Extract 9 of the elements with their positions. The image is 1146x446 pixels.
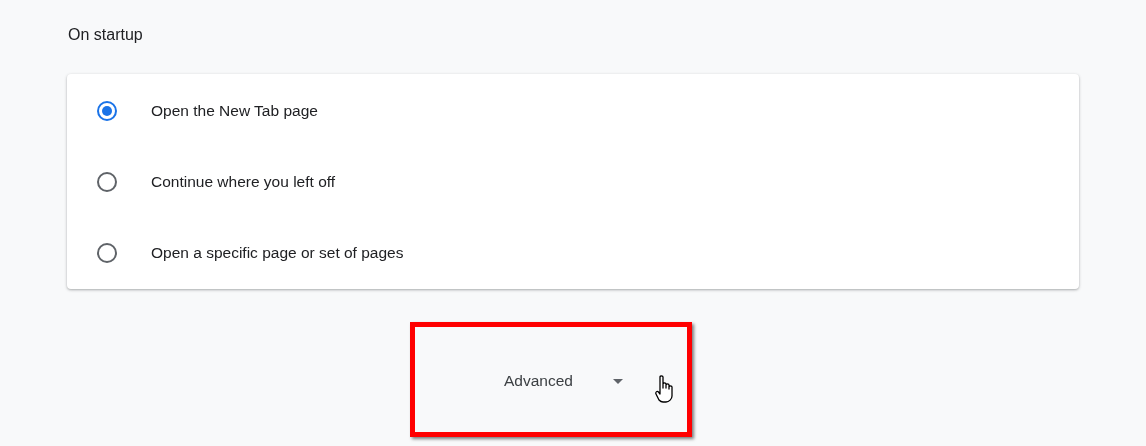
option-label[interactable]: Continue where you left off (151, 172, 336, 191)
option-label[interactable]: Open the New Tab page (151, 101, 318, 120)
radio-button[interactable] (97, 242, 117, 263)
radio-button[interactable] (97, 171, 117, 192)
radio-button[interactable] (97, 100, 117, 121)
section-title: On startup (68, 25, 144, 45)
caret-icon (612, 378, 623, 384)
option-label[interactable]: Open a specific page or set of pages (151, 243, 404, 262)
advanced-button[interactable]: Advanced (496, 368, 631, 394)
